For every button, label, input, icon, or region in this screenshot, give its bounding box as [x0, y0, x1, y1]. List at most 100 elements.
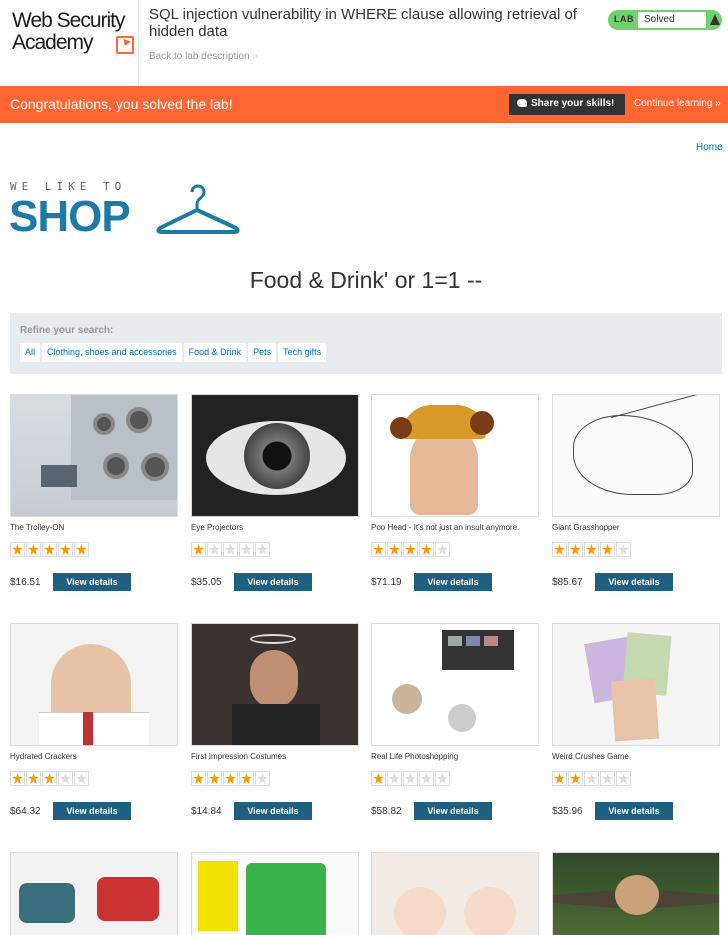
star-icon	[387, 542, 402, 557]
product-rating	[10, 771, 89, 786]
lab-status-prefix: LAB	[614, 14, 634, 24]
product-image[interactable]	[10, 394, 178, 517]
lab-status-value: Solved	[638, 12, 706, 28]
view-details-button[interactable]: View details	[234, 802, 312, 820]
product-name: Weird Crushes Game	[552, 752, 629, 761]
image-detail	[610, 678, 660, 742]
image-detail	[448, 704, 476, 732]
continue-learning-link[interactable]: Continue learning »	[634, 98, 721, 109]
image-detail	[39, 712, 149, 745]
product-image[interactable]	[371, 394, 539, 517]
share-skills-label: Share your skills!	[531, 98, 615, 109]
view-details-button[interactable]: View details	[234, 573, 312, 591]
star-icon	[42, 542, 57, 557]
view-details-button[interactable]: View details	[595, 802, 673, 820]
product-image[interactable]	[552, 852, 720, 935]
product-price: $35.96	[552, 806, 583, 817]
home-link[interactable]: Home	[696, 142, 723, 153]
star-icon	[616, 542, 631, 557]
product-card: Hydrated Crackers $64.32 View details	[10, 623, 178, 820]
filter-options: All Clothing, shoes and accessories Food…	[20, 343, 327, 362]
star-icon	[584, 771, 599, 786]
product-name: Eye Projectors	[191, 523, 244, 532]
star-icon	[419, 542, 434, 557]
star-icon	[419, 771, 434, 786]
star-icon	[58, 771, 73, 786]
star-icon	[600, 771, 615, 786]
product-price: $16.51	[10, 577, 41, 588]
product-card	[191, 852, 359, 935]
image-detail	[198, 861, 238, 931]
image-detail	[141, 453, 169, 481]
filter-clothing[interactable]: Clothing, shoes and accessories	[42, 343, 182, 362]
star-icon	[568, 771, 583, 786]
star-icon	[371, 771, 386, 786]
product-card: The Trolley-ON $16.51 View details	[10, 394, 178, 591]
filter-all[interactable]: All	[20, 343, 41, 362]
product-image[interactable]	[10, 852, 178, 935]
star-icon	[435, 542, 450, 557]
back-to-lab-description-link[interactable]: Back to lab description»	[149, 51, 258, 62]
logo-line1: Web Security	[12, 9, 126, 32]
share-skills-button[interactable]: Share your skills!	[509, 94, 625, 115]
product-card	[552, 852, 720, 935]
product-card: Eye Projectors $35.05 View details	[191, 394, 359, 591]
star-icon	[600, 542, 615, 557]
view-details-button[interactable]: View details	[595, 573, 673, 591]
product-card: Weird Crushes Game $35.96 View details	[552, 623, 720, 820]
image-detail	[484, 636, 498, 646]
filter-tech-gifts[interactable]: Tech gifts	[278, 343, 327, 362]
product-image[interactable]	[191, 623, 359, 746]
product-rating	[191, 771, 270, 786]
star-icon	[207, 542, 222, 557]
filter-pets[interactable]: Pets	[248, 343, 277, 362]
continue-learning-label: Continue learning	[634, 98, 713, 109]
view-details-button[interactable]: View details	[414, 802, 492, 820]
product-rating	[10, 542, 89, 557]
filter-panel: Refine your search: All Clothing, shoes …	[10, 313, 722, 374]
header-divider	[138, 0, 139, 86]
view-details-button[interactable]: View details	[414, 573, 492, 591]
product-name: Giant Grasshopper	[552, 523, 620, 532]
product-image[interactable]	[552, 394, 720, 517]
image-detail	[615, 875, 659, 915]
product-price: $85.67	[552, 577, 583, 588]
product-rating	[552, 771, 631, 786]
flask-icon	[710, 14, 720, 25]
star-icon	[255, 542, 270, 557]
filter-label: Refine your search:	[20, 325, 114, 336]
star-icon	[42, 771, 57, 786]
star-icon	[552, 542, 567, 557]
view-details-button[interactable]: View details	[53, 573, 131, 591]
product-image[interactable]	[191, 852, 359, 935]
product-image[interactable]	[191, 394, 359, 517]
filter-food-drink[interactable]: Food & Drink	[183, 343, 247, 362]
star-icon	[223, 542, 238, 557]
category-title: Food & Drink' or 1=1 --	[249, 267, 483, 293]
product-image[interactable]	[552, 623, 720, 746]
product-rating	[371, 771, 450, 786]
star-icon	[74, 542, 89, 557]
product-image[interactable]	[371, 852, 539, 935]
star-icon	[26, 771, 41, 786]
image-detail	[19, 883, 75, 923]
image-detail	[103, 453, 129, 479]
star-icon	[26, 542, 41, 557]
hanger-icon	[156, 184, 240, 234]
image-detail	[390, 417, 412, 439]
star-icon	[223, 771, 238, 786]
view-details-button[interactable]: View details	[53, 802, 131, 820]
image-detail	[448, 636, 462, 646]
product-image[interactable]	[371, 623, 539, 746]
star-icon	[10, 771, 25, 786]
product-card	[10, 852, 178, 935]
star-icon	[387, 771, 402, 786]
image-detail	[392, 684, 422, 714]
product-price: $64.32	[10, 806, 41, 817]
web-security-academy-logo[interactable]: Web Security Academy	[12, 10, 134, 56]
twitter-icon	[517, 99, 527, 107]
product-image[interactable]	[10, 623, 178, 746]
shop-logo: WE LIKE TO SHOP	[9, 180, 240, 241]
product-price: $58.82	[371, 806, 402, 817]
shop-word: SHOP	[9, 192, 131, 241]
